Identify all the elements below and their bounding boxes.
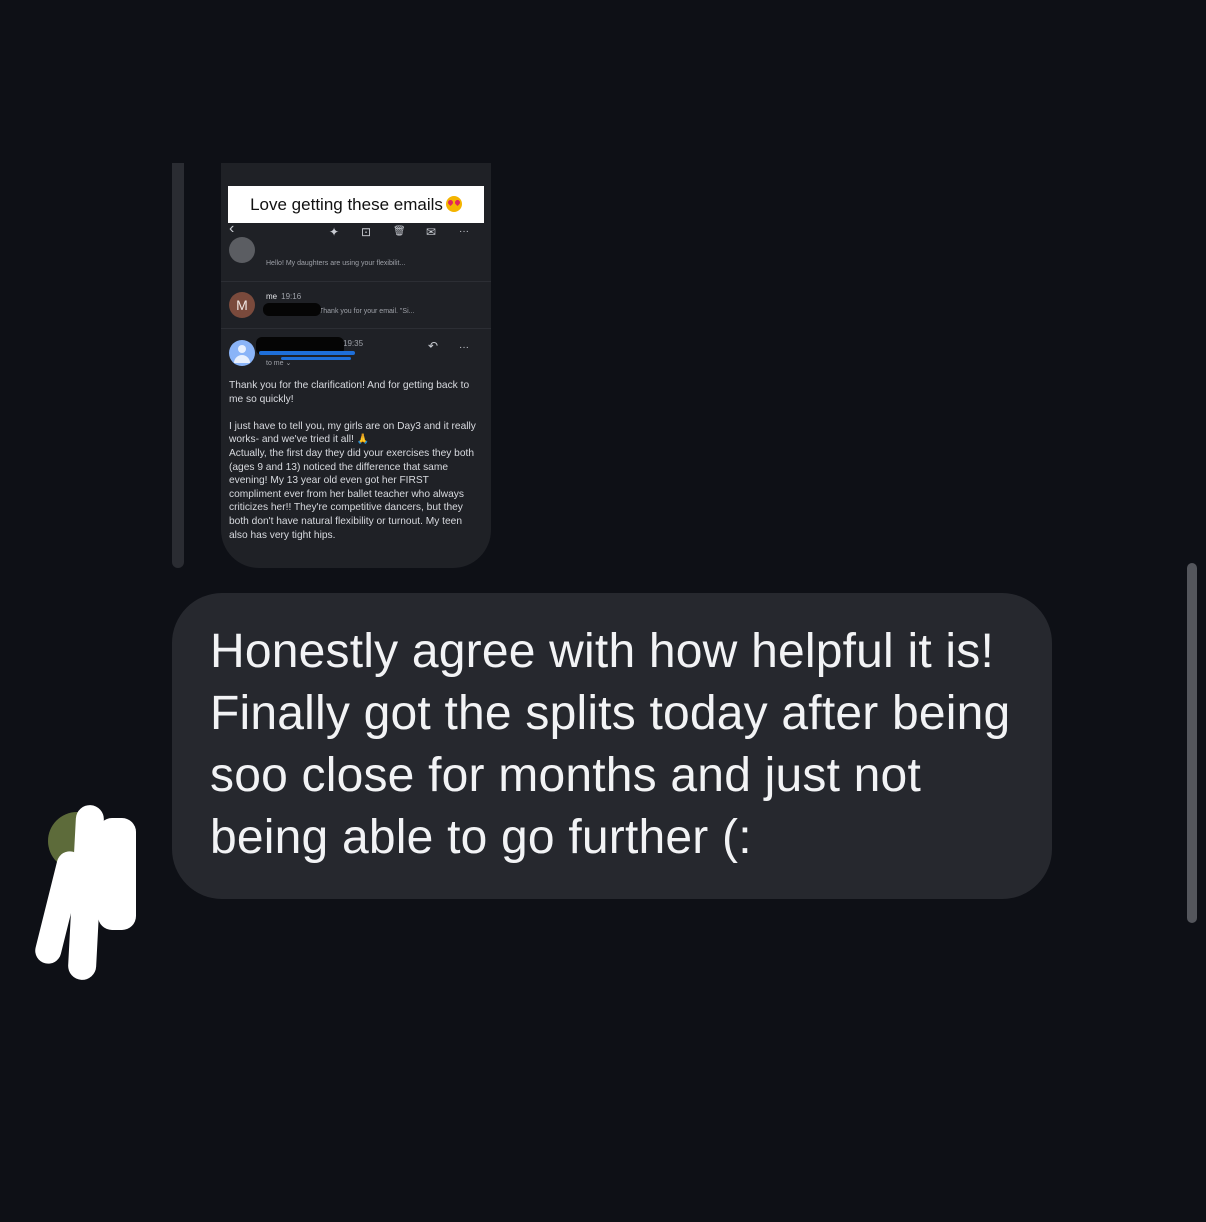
shared-email-screenshot[interactable]: Love getting these emails ‹ ✦ ⊡ 🗑 ✉ ··· …	[221, 163, 491, 568]
redaction-mark	[263, 303, 321, 316]
email-paragraph-text: Actually, the first day they did your ex…	[229, 447, 474, 541]
email-body: Thank you for the clarification! And for…	[229, 379, 479, 542]
email-sender: me 19:16	[266, 292, 301, 301]
delete-icon: 🗑	[393, 226, 406, 237]
email-snippet: Hello! My daughters are using your flexi…	[266, 260, 406, 267]
email-thread-item: Hello! My daughters are using your flexi…	[221, 237, 491, 282]
praying-hands-icon: 🙏	[356, 434, 370, 446]
email-time: 19:16	[281, 292, 302, 301]
chat-screen: Love getting these emails ‹ ✦ ⊡ 🗑 ✉ ··· …	[0, 0, 1206, 1222]
email-paragraph: Thank you for the clarification! And for…	[229, 380, 470, 405]
email-toolbar: ‹ ✦ ⊡ 🗑 ✉ ···	[221, 220, 491, 243]
scribble-mark	[98, 818, 136, 930]
archive-icon: ⊡	[361, 225, 372, 239]
reply-icon: ↶	[428, 339, 439, 353]
scrollbar[interactable]	[1187, 563, 1197, 923]
email-paragraph: I just have to tell you, my girls are on…	[229, 420, 479, 542]
avatar	[229, 340, 255, 366]
sparkle-icon: ✦	[329, 225, 340, 239]
screenshot-caption: Love getting these emails	[228, 186, 484, 223]
email-thread-item: M me 19:16 Thank you for your email. "Si.…	[221, 283, 491, 329]
message-bubble[interactable]: Honestly agree with how helpful it is! F…	[172, 593, 1052, 899]
sender-name: me	[266, 292, 278, 301]
reply-quote-bar	[172, 163, 184, 568]
avatar	[229, 237, 255, 263]
heart-eyes-emoji-icon	[445, 196, 462, 212]
avatar: M	[229, 292, 255, 318]
email-paragraph-text: I just have to tell you, my girls are on…	[229, 420, 476, 446]
message-text: Honestly agree with how helpful it is! F…	[210, 625, 1011, 864]
redaction-mark	[259, 351, 355, 355]
email-time: 19:35	[343, 339, 364, 348]
open-email: 19:35 to me ⌄ ↶ ··· Thank you for the cl…	[221, 329, 491, 568]
redaction-mark	[281, 357, 351, 360]
back-icon: ‹	[229, 220, 235, 237]
screenshot-caption-text: Love getting these emails	[250, 195, 443, 214]
mail-icon: ✉	[426, 225, 437, 239]
more-icon: ···	[459, 342, 469, 353]
recipient-label: to me ⌄	[266, 360, 292, 367]
more-icon: ···	[459, 226, 469, 237]
email-snippet: Thank you for your email. "Si...	[319, 308, 415, 315]
